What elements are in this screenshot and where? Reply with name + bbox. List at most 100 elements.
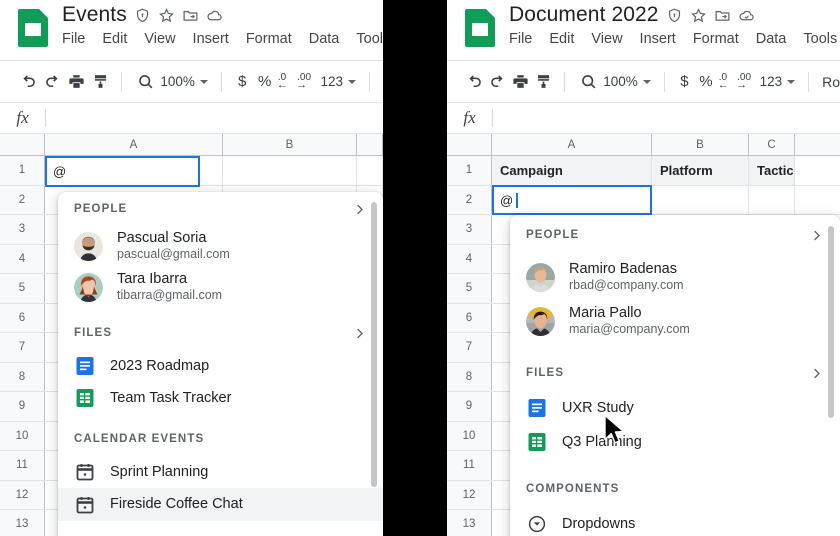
menu-item-insert[interactable]: Insert: [640, 31, 676, 47]
popup-section-header-files[interactable]: FILES: [510, 355, 840, 391]
row-header-11[interactable]: 11: [0, 451, 45, 480]
number-format-control[interactable]: 123: [316, 74, 360, 89]
font-name-label[interactable]: Ro: [818, 74, 840, 90]
row-header-7[interactable]: 7: [0, 333, 45, 362]
popup-section-header-files[interactable]: FILES: [58, 316, 383, 350]
cloud-saved-icon[interactable]: [738, 7, 755, 24]
active-cell-a1[interactable]: @: [45, 156, 200, 187]
select-all-corner[interactable]: [447, 134, 492, 155]
row-header-4[interactable]: 4: [447, 244, 492, 273]
column-header-b[interactable]: B: [223, 134, 357, 155]
menu-item-insert[interactable]: Insert: [193, 31, 229, 47]
percent-format-button[interactable]: %: [253, 73, 275, 90]
print-icon[interactable]: [64, 67, 88, 97]
star-icon[interactable]: [690, 7, 707, 24]
column-header-c[interactable]: C: [749, 134, 795, 155]
page-title[interactable]: Events: [62, 3, 127, 27]
paint-format-icon[interactable]: [88, 67, 112, 97]
row-header-5[interactable]: 5: [447, 274, 492, 303]
list-item[interactable]: Ramiro Badenas rbad@company.com: [510, 255, 840, 299]
row-header-12[interactable]: 12: [0, 480, 45, 509]
row-header-7[interactable]: 7: [447, 333, 492, 362]
list-item[interactable]: UXR Study: [510, 391, 840, 425]
row-header-12[interactable]: 12: [447, 480, 492, 509]
column-header-c[interactable]: [357, 134, 383, 155]
popup-scrollbar-thumb[interactable]: [828, 226, 834, 418]
menu-item-tools[interactable]: Tools: [803, 31, 837, 47]
increase-decimal-button[interactable]: .00 →: [295, 72, 314, 92]
row-header-6[interactable]: 6: [447, 303, 492, 332]
print-icon[interactable]: [509, 67, 532, 97]
row-header-1[interactable]: 1: [0, 156, 45, 185]
undo-icon[interactable]: [463, 67, 486, 97]
row-header-5[interactable]: 5: [0, 274, 45, 303]
grid-cell[interactable]: [357, 156, 383, 185]
row-header-13[interactable]: 13: [0, 510, 45, 536]
row-header-9[interactable]: 9: [0, 392, 45, 421]
active-cell-a2[interactable]: @: [492, 185, 652, 215]
list-item[interactable]: Dropdowns: [510, 507, 840, 536]
column-label-cell[interactable]: Platform: [652, 156, 749, 185]
row-header-1[interactable]: 1: [447, 156, 492, 185]
menu-item-data[interactable]: Data: [309, 31, 340, 47]
star-icon[interactable]: [158, 7, 175, 24]
zoom-control[interactable]: 100%: [131, 67, 212, 97]
list-item[interactable]: Fireside Coffee Chat: [58, 488, 383, 521]
menu-item-file[interactable]: File: [509, 31, 532, 47]
decrease-decimal-button[interactable]: .0 ←: [276, 72, 295, 92]
decrease-decimal-button[interactable]: .0 ←: [717, 72, 735, 92]
chevron-right-icon[interactable]: [809, 228, 824, 243]
column-header-a[interactable]: A: [45, 134, 223, 155]
chevron-right-icon[interactable]: [352, 202, 367, 217]
move-to-folder-icon[interactable]: [182, 7, 199, 24]
paint-format-icon[interactable]: [532, 67, 555, 97]
row-header-6[interactable]: 6: [0, 303, 45, 332]
list-item[interactable]: Maria Pallo maria@company.com: [510, 299, 840, 343]
zoom-control[interactable]: 100%: [574, 67, 655, 97]
grid-cell[interactable]: [223, 156, 357, 185]
list-item[interactable]: Sprint Planning: [58, 456, 383, 488]
menu-item-file[interactable]: File: [62, 31, 85, 47]
list-item[interactable]: Tara Ibarra tibarra@gmail.com: [58, 267, 383, 308]
menu-item-format[interactable]: Format: [246, 31, 292, 47]
menu-item-view[interactable]: View: [144, 31, 175, 47]
row-header-3[interactable]: 3: [0, 215, 45, 244]
list-item[interactable]: Team Task Tracker: [58, 382, 383, 414]
grid-cell[interactable]: [652, 185, 749, 214]
cloud-saved-icon[interactable]: [206, 7, 223, 24]
select-all-corner[interactable]: [0, 134, 45, 155]
undo-icon[interactable]: [16, 67, 40, 97]
menu-item-view[interactable]: View: [591, 31, 622, 47]
column-header-b[interactable]: B: [652, 134, 749, 155]
menu-item-format[interactable]: Format: [693, 31, 739, 47]
redo-icon[interactable]: [486, 67, 509, 97]
list-item[interactable]: 2023 Roadmap: [58, 350, 383, 382]
row-header-2[interactable]: 2: [0, 185, 45, 214]
menu-item-data[interactable]: Data: [756, 31, 787, 47]
menu-item-edit[interactable]: Edit: [549, 31, 574, 47]
chevron-right-icon[interactable]: [352, 326, 367, 341]
list-item[interactable]: Pascual Soria pascual@gmail.com: [58, 226, 383, 267]
row-header-8[interactable]: 8: [447, 362, 492, 391]
percent-format-button[interactable]: %: [695, 73, 717, 90]
popup-section-header-people[interactable]: PEOPLE: [510, 215, 840, 255]
row-header-4[interactable]: 4: [0, 244, 45, 273]
menu-item-tools[interactable]: Tools: [356, 31, 383, 47]
popup-section-header-people[interactable]: PEOPLE: [58, 192, 383, 226]
shield-icon[interactable]: [666, 7, 683, 24]
redo-icon[interactable]: [40, 67, 64, 97]
row-header-9[interactable]: 9: [447, 392, 492, 421]
currency-format-button[interactable]: $: [231, 73, 253, 90]
popup-scrollbar-thumb[interactable]: [371, 202, 377, 487]
column-header-a[interactable]: A: [492, 134, 652, 155]
column-label-cell[interactable]: Tactic: [749, 156, 795, 185]
row-header-11[interactable]: 11: [447, 451, 492, 480]
list-item[interactable]: Q3 Planning: [510, 425, 840, 459]
row-header-3[interactable]: 3: [447, 215, 492, 244]
page-title[interactable]: Document 2022: [509, 3, 659, 27]
row-header-13[interactable]: 13: [447, 510, 492, 536]
row-header-2[interactable]: 2: [447, 185, 492, 214]
number-format-control[interactable]: 123: [756, 74, 800, 89]
move-to-folder-icon[interactable]: [714, 7, 731, 24]
grid-cell[interactable]: [749, 185, 795, 214]
